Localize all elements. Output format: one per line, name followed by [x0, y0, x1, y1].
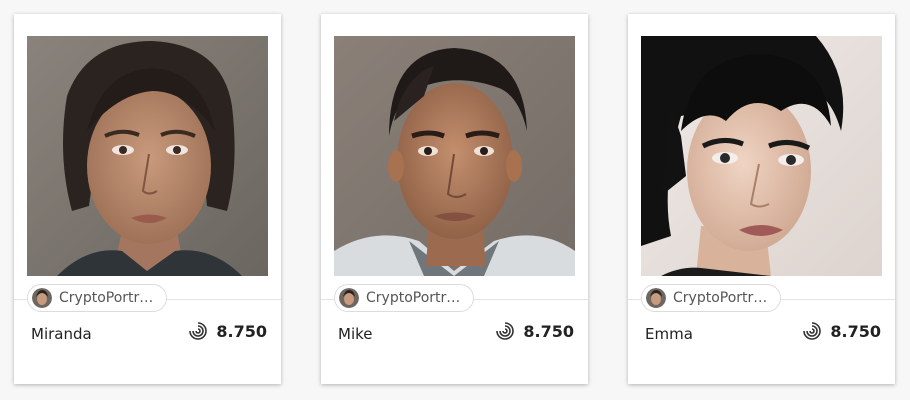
swirl-currency-icon: [802, 321, 822, 341]
nft-title: Mike: [338, 325, 373, 343]
creator-chip[interactable]: CryptoPortr…: [27, 284, 167, 312]
nft-portrait-image[interactable]: [27, 36, 268, 276]
creator-chip[interactable]: CryptoPortr…: [334, 284, 474, 312]
price-value: 8.750: [523, 321, 574, 341]
nft-price: 8.750: [188, 321, 267, 341]
price-value: 8.750: [216, 321, 267, 341]
nft-card[interactable]: CryptoPortr… Emma 8.750: [628, 14, 895, 384]
nft-price: 8.750: [802, 321, 881, 341]
nft-portrait-image[interactable]: [641, 36, 882, 276]
nft-card-grid: CryptoPortr… Miranda 8.750 CryptoPortr… …: [0, 0, 910, 400]
nft-card[interactable]: CryptoPortr… Mike 8.750: [321, 14, 588, 384]
creator-avatar: [32, 288, 52, 308]
creator-name: CryptoPortr…: [366, 290, 461, 306]
nft-title: Miranda: [31, 325, 92, 343]
creator-name: CryptoPortr…: [59, 290, 154, 306]
creator-avatar: [646, 288, 666, 308]
swirl-currency-icon: [495, 321, 515, 341]
creator-avatar: [339, 288, 359, 308]
nft-card[interactable]: CryptoPortr… Miranda 8.750: [14, 14, 281, 384]
creator-name: CryptoPortr…: [673, 290, 768, 306]
nft-portrait-image[interactable]: [334, 36, 575, 276]
nft-price: 8.750: [495, 321, 574, 341]
creator-chip[interactable]: CryptoPortr…: [641, 284, 781, 312]
price-value: 8.750: [830, 321, 881, 341]
nft-title: Emma: [645, 325, 693, 343]
swirl-currency-icon: [188, 321, 208, 341]
